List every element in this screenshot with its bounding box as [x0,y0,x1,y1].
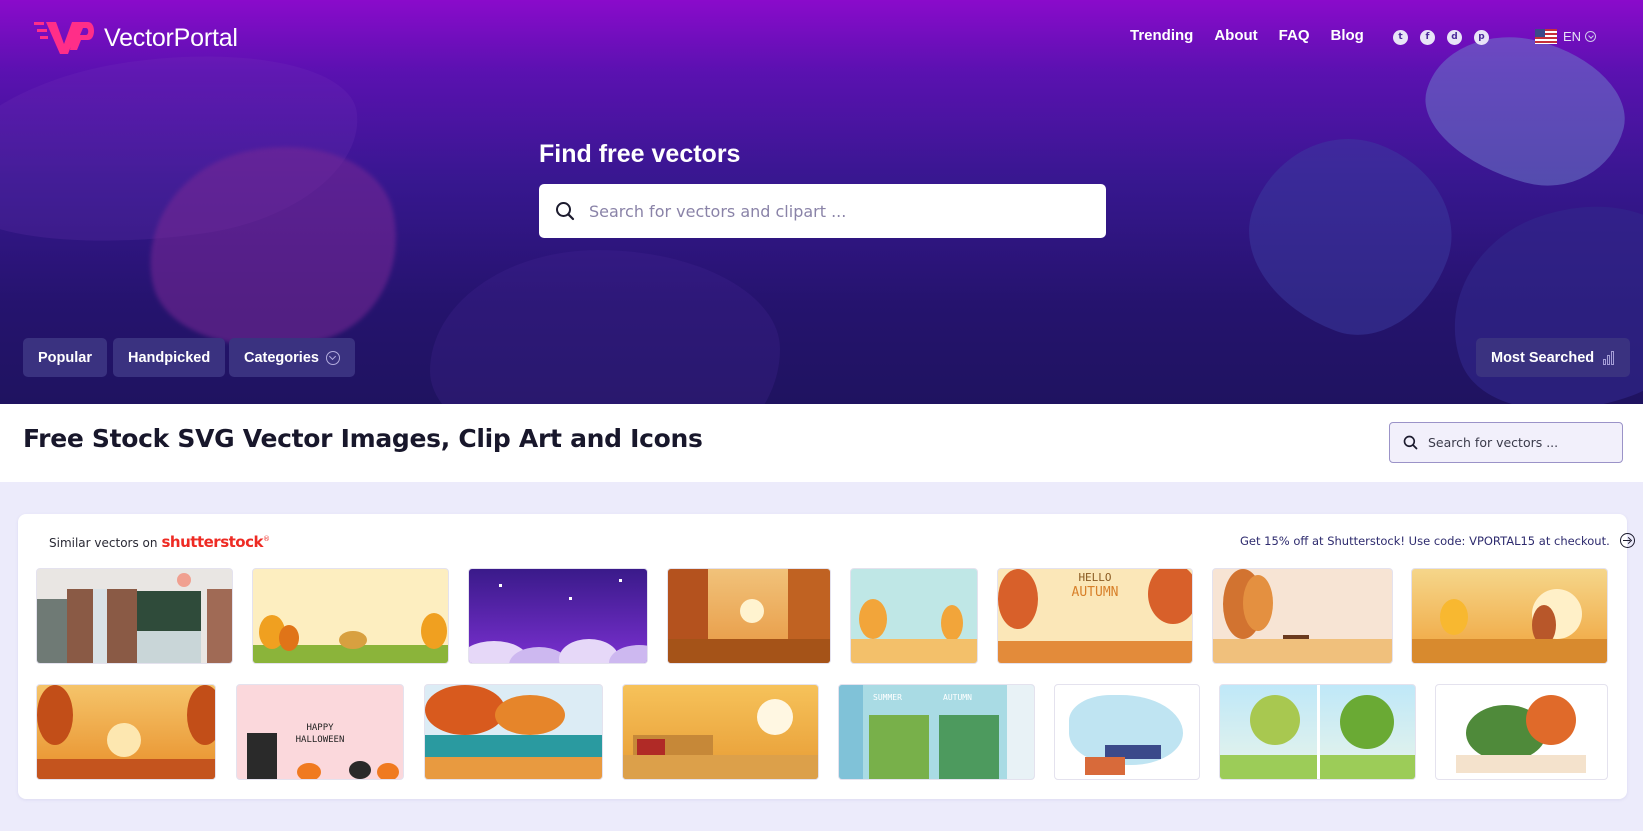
handpicked-label: Handpicked [128,349,211,366]
brand-name: VectorPortal [104,23,238,52]
popular-button[interactable]: Popular [23,338,107,377]
vector-thumbnail-autumn-park[interactable] [36,684,216,780]
vector-thumbnail-happy-halloween[interactable]: HAPPY HALLOWEEN [236,684,404,780]
nav-about-link[interactable]: About [1214,27,1257,44]
chevron-down-icon [1585,31,1597,42]
vector-thumbnail-autumn-lake[interactable] [424,684,603,780]
vector-thumbnail-autumn-trees-sky[interactable] [850,568,978,664]
categories-dropdown[interactable]: Categories [229,338,355,377]
vector-thumbnail-autumn-farm[interactable] [622,684,819,780]
arrow-right-circle-icon [1619,533,1635,548]
most-searched-label: Most Searched [1491,349,1595,366]
vector-thumbnail-seasons-tree[interactable] [1219,684,1416,780]
nav-trending-link[interactable]: Trending [1130,27,1193,44]
vector-thumbnail-waterfall[interactable] [36,568,233,664]
decorative-blob [1223,111,1477,359]
vector-thumbnail-autumn-picnic[interactable] [252,568,449,664]
language-selector[interactable]: EN [1535,29,1597,44]
us-flag-icon [1535,29,1557,44]
secondary-search-box[interactable] [1389,422,1623,463]
thumb-text: AUTUMN [943,693,972,702]
thumb-text: AUTUMN [1071,585,1119,600]
vector-thumbnail-autumn-bench[interactable] [1212,568,1393,664]
pinterest-icon[interactable]: p [1474,30,1489,45]
vector-thumbnail-open-book[interactable] [1435,684,1608,780]
categories-label: Categories [244,349,319,366]
most-searched-button[interactable]: Most Searched [1476,338,1631,377]
nav-blog-link[interactable]: Blog [1331,27,1364,44]
thumb-text: HALLOWEEN [295,735,345,745]
social-links: t f d p [1393,30,1501,45]
decorative-blob [430,250,780,404]
vector-thumbnail-autumn-landscape[interactable] [1411,568,1608,664]
vector-thumbnail-reading-girl[interactable] [1054,684,1200,780]
hero-search-input[interactable] [589,201,1069,221]
similar-vectors-heading: Similar vectors on shutterstock® [49,533,270,551]
chevron-down-icon [325,350,340,365]
search-icon [556,202,575,221]
vector-thumbnail-autumn-forest-sun[interactable] [667,568,831,664]
top-nav: Trending About FAQ Blog [1130,27,1385,44]
language-code: EN [1563,29,1582,44]
dribbble-icon[interactable]: d [1447,30,1462,45]
nav-faq-link[interactable]: FAQ [1279,27,1310,44]
thumb-text: SUMMER [873,693,902,702]
shutterstock-logo-text: shutterstock [161,533,264,551]
secondary-search-input[interactable] [1428,435,1608,450]
promo-text: Get 15% off at Shutterstock! Use code: V… [1240,533,1610,548]
bar-chart-icon [1603,350,1615,365]
page-title: Free Stock SVG Vector Images, Clip Art a… [23,424,703,453]
popular-label: Popular [38,349,92,366]
vector-thumbnail-night-sky[interactable] [468,568,648,664]
thumb-text: HELLO [1078,571,1112,584]
shutterstock-logo[interactable]: shutterstock® [162,533,270,551]
similar-vectors-label: Similar vectors on [49,536,158,550]
search-icon [1403,435,1418,450]
vectorportal-logo-icon [34,18,96,58]
handpicked-button[interactable]: Handpicked [113,338,226,377]
twitter-icon[interactable]: t [1393,30,1408,45]
facebook-icon[interactable]: f [1420,30,1435,45]
shutterstock-promo-link[interactable]: Get 15% off at Shutterstock! Use code: V… [1240,533,1635,548]
hero-search-box[interactable] [539,184,1106,238]
vector-thumbnail-hello-autumn[interactable]: HELLO AUTUMN [997,568,1193,664]
brand-home-link[interactable]: VectorPortal [34,18,238,58]
hero-title: Find free vectors [539,140,741,168]
vector-thumbnail-four-seasons[interactable]: SUMMER AUTUMN [838,684,1035,780]
thumb-text: HAPPY [306,723,334,733]
